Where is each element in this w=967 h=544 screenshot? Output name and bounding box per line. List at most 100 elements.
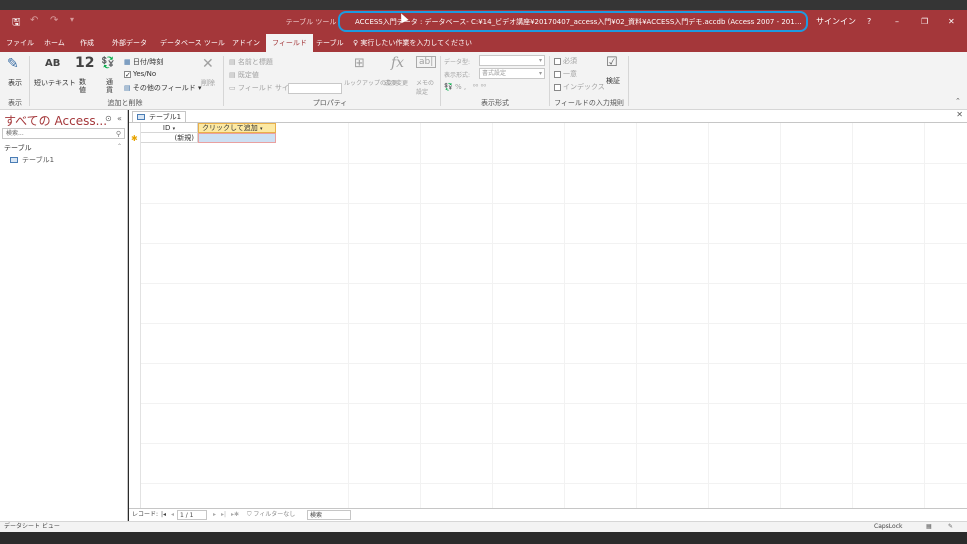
- field-size-input[interactable]: [288, 83, 342, 94]
- nav-item-table1[interactable]: テーブル1: [10, 155, 54, 165]
- minimize-button[interactable]: –: [895, 10, 899, 34]
- chevron-up-icon: ⌃: [116, 143, 122, 150]
- cell-id-new[interactable]: (新規): [141, 133, 198, 143]
- last-record-button[interactable]: ▸|: [221, 509, 226, 521]
- gridline: [141, 483, 967, 484]
- tab-home[interactable]: ホーム: [44, 34, 65, 52]
- memo-settings-button[interactable]: メモの設定: [416, 78, 436, 96]
- validation-button[interactable]: 検証: [606, 76, 620, 86]
- table-icon: [137, 114, 145, 120]
- tab-external-data[interactable]: 外部データ: [112, 34, 147, 52]
- restore-button[interactable]: ❐: [921, 10, 928, 34]
- document-tab-table1[interactable]: テーブル1: [132, 111, 187, 122]
- tab-table[interactable]: テーブル: [316, 34, 344, 52]
- navigation-pane: すべての Access... ⊙ « 検索... ⚲ テーブル ⌃ テーブル1: [0, 110, 128, 521]
- tell-me-box[interactable]: ♀ 実行したい作業を入力してください: [353, 34, 472, 52]
- column-header-id[interactable]: ID ▾: [141, 123, 198, 133]
- format-select[interactable]: 書式設定 ▾: [479, 68, 545, 79]
- qat-customize-icon[interactable]: ▾: [70, 15, 74, 24]
- gridline: [141, 363, 967, 364]
- nav-group-tables[interactable]: テーブル ⌃: [4, 143, 124, 153]
- data-type-label: データ型:: [444, 59, 471, 66]
- first-record-button[interactable]: |◂: [161, 509, 166, 521]
- filter-toggle[interactable]: ⛉ フィルターなし: [247, 509, 295, 521]
- number-format-buttons[interactable]: 💱 % ‚ ⁰⁰ ⁰⁰: [444, 83, 486, 91]
- checkbox-icon: [554, 83, 561, 91]
- redo-icon[interactable]: ↷: [50, 15, 58, 26]
- view-icon: ✎: [7, 56, 19, 72]
- more-fields-button[interactable]: ▤ その他のフィールド ▾: [124, 83, 201, 93]
- indexed-checkbox[interactable]: インデックス: [554, 82, 605, 92]
- gridline: [852, 123, 853, 508]
- gridline: [141, 403, 967, 404]
- document-area: テーブル1 ✕ ✱ ID ▾ クリックして追加 ▾ (新規) レコード: |◂ …: [129, 110, 967, 521]
- status-view-label: データシート ビュー: [4, 523, 60, 530]
- data-type-select[interactable]: ▾: [479, 55, 545, 66]
- new-record-button[interactable]: ▸✱: [231, 509, 239, 521]
- save-icon[interactable]: 🖫: [12, 15, 21, 32]
- group-separator: [628, 56, 629, 106]
- undo-icon[interactable]: ↶: [30, 15, 38, 26]
- gridline: [141, 163, 967, 164]
- more-fields-icon: ▤: [124, 84, 133, 92]
- tab-addins[interactable]: アドイン: [232, 34, 260, 52]
- group-separator: [223, 56, 224, 106]
- title-highlight-annotation: [338, 11, 808, 32]
- ribbon-tabs: ファイル ホーム 作成 外部データ データベース ツール アドイン フィールド …: [0, 34, 967, 52]
- context-tab-title: テーブル ツール: [283, 10, 339, 34]
- add-delete-group-label: 追加と削除: [107, 99, 143, 107]
- status-bar: データシート ビュー CapsLock ▦ ✎: [0, 521, 967, 532]
- collapse-nav-icon[interactable]: «: [117, 114, 122, 123]
- gridline: [141, 283, 967, 284]
- tab-database-tools[interactable]: データベース ツール: [160, 34, 225, 52]
- title-bar: 🖫 ↶ ↷ ▾ テーブル ツール ACCESS入門データ : データベース- C…: [0, 10, 967, 34]
- format-group-label: 表示形式: [481, 99, 509, 107]
- default-value-button[interactable]: ▤ 既定値: [229, 70, 259, 80]
- required-checkbox[interactable]: 必須: [554, 56, 577, 66]
- chevron-down-icon: ▾: [260, 126, 263, 132]
- column-header-click-to-add[interactable]: クリックして追加 ▾: [198, 123, 276, 133]
- unique-checkbox[interactable]: 一意: [554, 69, 577, 79]
- validation-group-label: フィールドの入力規則: [554, 99, 624, 107]
- gridline: [780, 123, 781, 508]
- signin-link[interactable]: サインイン: [816, 10, 856, 34]
- gridline: [924, 123, 925, 508]
- record-label: レコード:: [132, 511, 159, 518]
- view-group-label: 表示: [8, 99, 22, 107]
- datasheet-view-icon[interactable]: ▦: [926, 522, 932, 532]
- view-button[interactable]: 表示: [8, 78, 22, 88]
- delete-button[interactable]: 削除: [201, 78, 215, 88]
- prev-record-button[interactable]: ◂: [171, 509, 174, 521]
- collapse-ribbon-icon[interactable]: ⌃: [955, 97, 961, 105]
- yesno-button[interactable]: Yes/No: [124, 70, 156, 78]
- currency-button[interactable]: 通貨: [106, 78, 114, 94]
- gridline: [141, 323, 967, 324]
- new-record-icon: ✱: [131, 134, 138, 143]
- record-selector-column[interactable]: ✱: [129, 123, 141, 508]
- expression-change-button[interactable]: 式の変更: [384, 78, 408, 87]
- tab-file[interactable]: ファイル: [6, 34, 34, 52]
- datasheet-grid[interactable]: ✱ ID ▾ クリックして追加 ▾ (新規): [129, 122, 967, 508]
- datetime-button[interactable]: ▦ 日付/時刻: [124, 57, 163, 67]
- nav-menu-icon[interactable]: ⊙: [105, 114, 112, 123]
- checkbox-icon: [554, 70, 561, 78]
- next-record-button[interactable]: ▸: [213, 509, 216, 521]
- record-position-input[interactable]: 1 / 1: [177, 510, 207, 520]
- nav-search-input[interactable]: 検索... ⚲: [2, 128, 125, 139]
- close-document-icon[interactable]: ✕: [956, 110, 963, 119]
- nav-pane-title[interactable]: すべての Access...: [4, 112, 107, 129]
- record-search-input[interactable]: 検索: [307, 510, 351, 520]
- calendar-icon: ▦: [124, 58, 133, 66]
- help-button[interactable]: ?: [867, 10, 871, 34]
- top-band: [0, 0, 967, 10]
- cell-selected[interactable]: [198, 133, 276, 143]
- gridline: [348, 123, 349, 508]
- tab-fields[interactable]: フィールド: [266, 34, 313, 52]
- short-text-button[interactable]: 短いテキスト: [34, 78, 76, 88]
- design-view-icon[interactable]: ✎: [948, 522, 953, 532]
- tab-create[interactable]: 作成: [80, 34, 94, 52]
- lookup-icon: ⊞: [354, 56, 365, 71]
- close-button[interactable]: ✕: [948, 10, 955, 34]
- name-caption-button[interactable]: ▤ 名前と標題: [229, 57, 273, 67]
- number-button[interactable]: 数値: [79, 78, 87, 94]
